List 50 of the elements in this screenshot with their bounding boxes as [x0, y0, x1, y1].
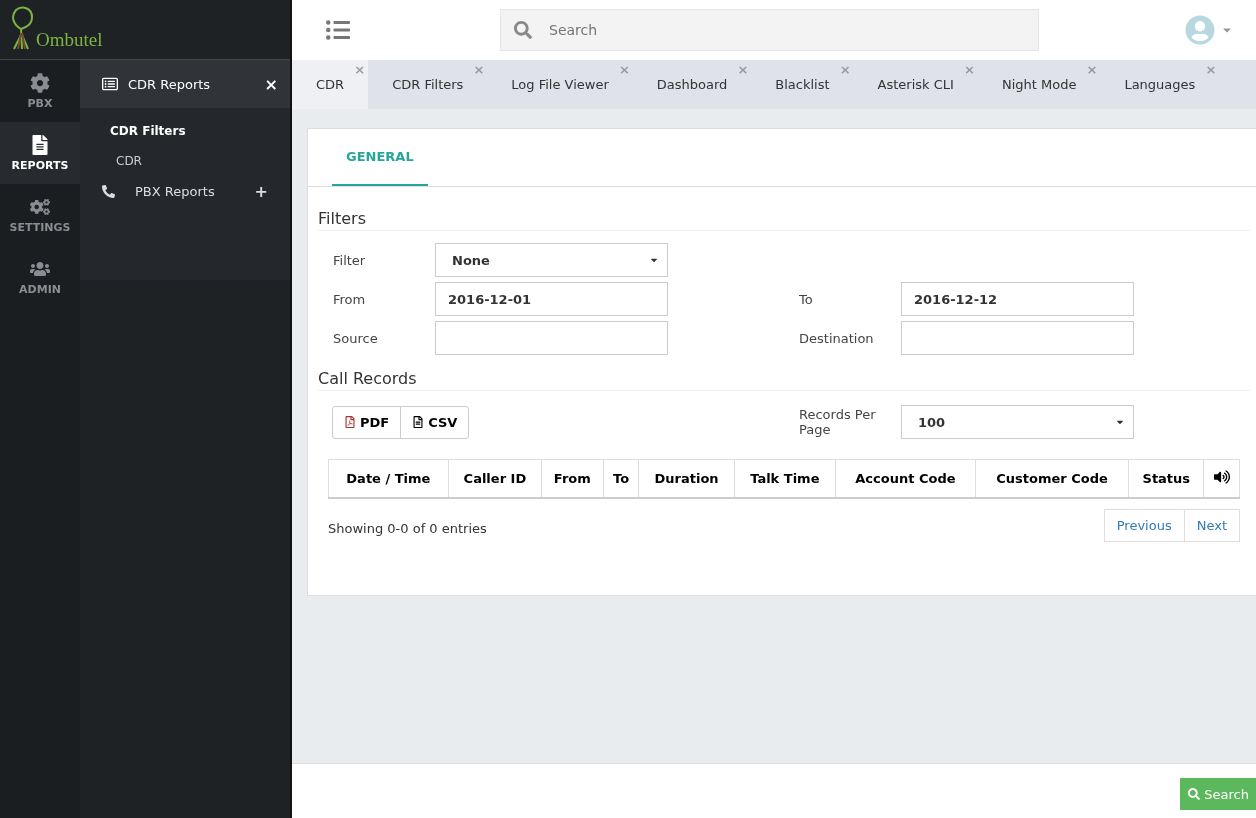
- column-header[interactable]: Talk Time: [734, 459, 836, 498]
- search-icon: [1188, 788, 1201, 800]
- search-field[interactable]: Search: [500, 9, 1039, 51]
- column-header[interactable]: Duration: [639, 459, 735, 498]
- column-header[interactable]: Customer Code: [975, 459, 1129, 498]
- expand-button[interactable]: +: [254, 182, 268, 201]
- gears-icon: [30, 196, 50, 217]
- input-field[interactable]: [435, 321, 668, 355]
- phone-icon: [102, 185, 115, 198]
- avatar-icon[interactable]: [1185, 15, 1215, 45]
- submenu-title: CDR Reports: [128, 76, 211, 92]
- filter-select[interactable]: None: [435, 243, 668, 277]
- document-icon: [30, 134, 50, 155]
- gear-icon: [30, 72, 50, 93]
- submenu-group[interactable]: PBX Reports: [135, 184, 215, 199]
- field-label: Destination: [799, 330, 875, 346]
- field-label: Records Per Page: [799, 407, 877, 437]
- list-icon: [102, 76, 118, 92]
- input-field[interactable]: [901, 321, 1134, 355]
- submenu-item[interactable]: CDR: [80, 146, 290, 176]
- date-field[interactable]: 2016-12-12: [901, 282, 1134, 316]
- nav-item[interactable]: REPORTS: [0, 122, 80, 184]
- field-label: Filter: [333, 252, 367, 268]
- section-title: Filters: [318, 209, 1250, 231]
- per-page-select[interactable]: 100: [901, 405, 1134, 439]
- section-title: Call Records: [318, 369, 1250, 391]
- pager-link[interactable]: Next: [1183, 508, 1240, 542]
- search-icon: [514, 21, 532, 39]
- field-label: To: [799, 291, 814, 307]
- column-header[interactable]: To: [603, 459, 639, 498]
- speaker-icon: [1213, 468, 1230, 485]
- menu-icon[interactable]: [326, 18, 350, 42]
- file-icon: [412, 416, 425, 428]
- column-header[interactable]: Date / Time: [328, 459, 449, 498]
- field-label: From: [333, 291, 367, 307]
- pdf-file-icon: [344, 416, 356, 428]
- export-button[interactable]: CSV: [400, 405, 470, 439]
- submenu-item[interactable]: CDR Filters: [80, 116, 290, 146]
- close-button[interactable]: ×: [264, 74, 278, 94]
- column-header[interactable]: From: [541, 459, 604, 498]
- tab[interactable]: CDR ×: [292, 60, 369, 109]
- column-header[interactable]: Status: [1128, 459, 1204, 498]
- pager-link[interactable]: Previous: [1103, 508, 1185, 542]
- date-field[interactable]: 2016-12-01: [435, 282, 668, 316]
- export-button[interactable]: PDF: [332, 405, 402, 439]
- entries-info: Showing 0-0 of 0 entries: [328, 520, 487, 536]
- column-header[interactable]: Account Code: [835, 459, 976, 498]
- field-label: Source: [333, 330, 379, 346]
- logo-text: Ombutel: [36, 29, 103, 51]
- column-header[interactable]: Caller ID: [448, 459, 542, 498]
